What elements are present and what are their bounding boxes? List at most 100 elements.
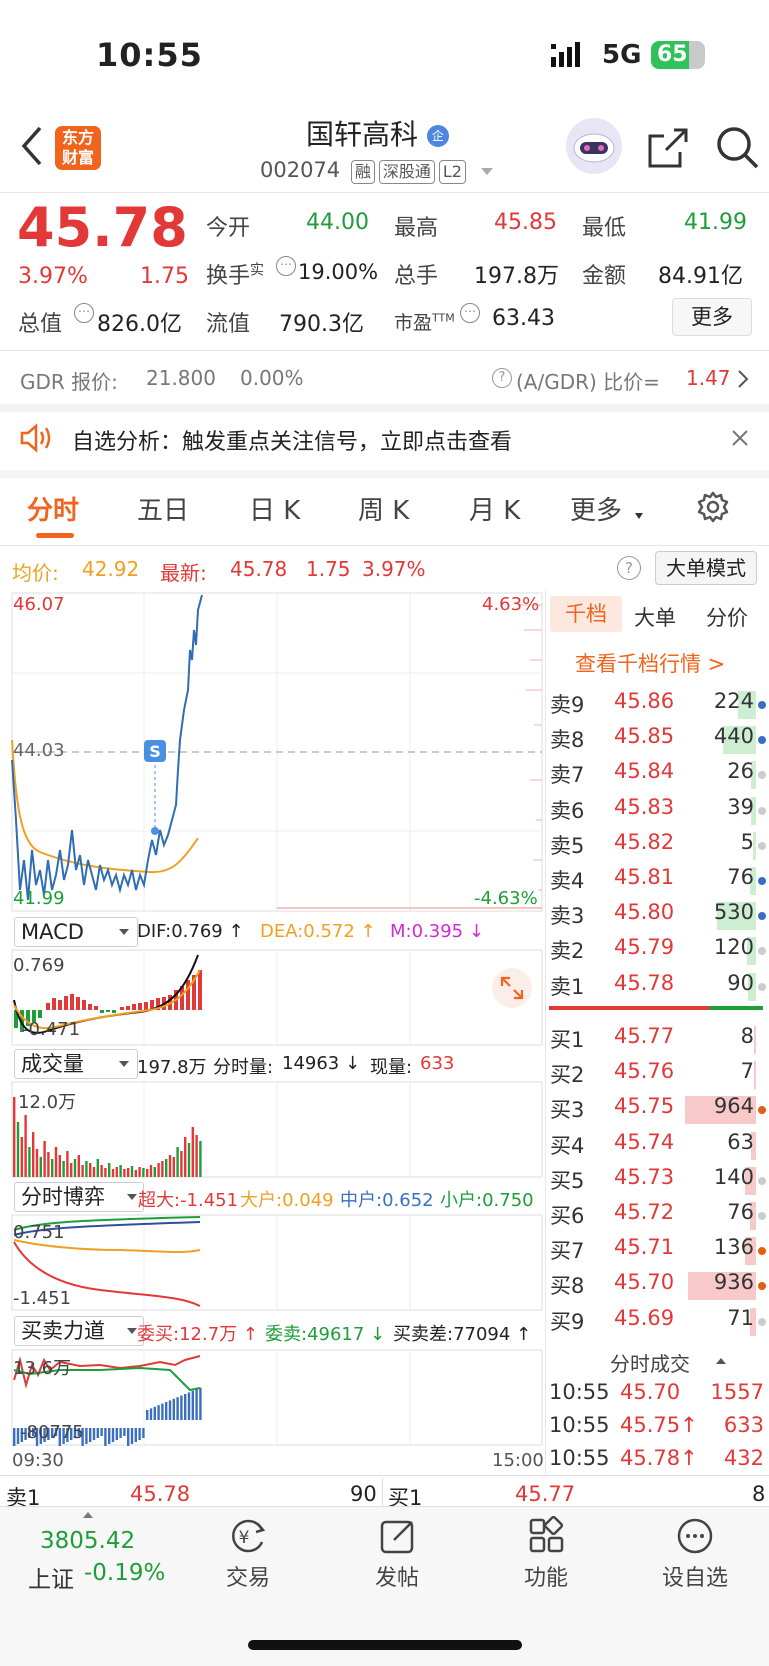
force-bar xyxy=(195,1389,198,1420)
volume-selector[interactable]: 成交量 xyxy=(14,1049,138,1079)
share-icon[interactable] xyxy=(646,126,690,170)
nav-add-watchlist[interactable]: 设自选 xyxy=(645,1560,745,1592)
ask-row[interactable]: 卖1 45.78 90 xyxy=(548,971,768,1006)
ask-dot-icon xyxy=(758,982,766,991)
big-order-mode-button[interactable]: 大单模式 xyxy=(655,551,757,585)
bid-row[interactable]: 买7 45.71 136 xyxy=(548,1235,768,1270)
ask-row[interactable]: 卖7 45.84 26 xyxy=(548,759,768,794)
ask-label: 卖4 xyxy=(550,869,585,893)
bid-row[interactable]: 买6 45.72 76 xyxy=(548,1200,768,1235)
depth-tab-bigorder[interactable]: 大单 xyxy=(634,602,676,632)
ask-row[interactable]: 卖9 45.86 224 xyxy=(548,689,768,724)
stock-code-row[interactable]: 002074 融深股通 L2 xyxy=(260,158,493,184)
gdr-price: 21.800 xyxy=(146,366,216,390)
depth-link[interactable]: 查看千档行情 > xyxy=(575,648,725,678)
chevron-right-icon[interactable] xyxy=(736,368,750,390)
bid-row[interactable]: 买4 45.74 63 xyxy=(548,1130,768,1165)
trade-nav-icon[interactable]: ¥ xyxy=(228,1516,268,1556)
robot-assistant-icon[interactable] xyxy=(566,118,622,174)
last-price: 45.78 xyxy=(17,196,188,259)
bid-row[interactable]: 买9 45.69 71 xyxy=(548,1306,768,1341)
volume-bar xyxy=(153,1167,156,1177)
trades-title[interactable]: 分时成交 xyxy=(610,1348,690,1377)
bid-label: 买4 xyxy=(550,1133,585,1158)
tab-daily[interactable]: 日 K xyxy=(249,490,300,527)
search-icon[interactable] xyxy=(714,124,760,170)
more-button[interactable]: 更多 xyxy=(672,298,752,336)
bottom-buy-vol: 8 xyxy=(752,1482,766,1506)
ask-row[interactable]: 卖3 45.80 530 xyxy=(548,900,768,935)
bid-label: 买2 xyxy=(550,1063,585,1088)
close-icon[interactable] xyxy=(730,428,750,448)
pe-info-icon[interactable]: ⋯ xyxy=(460,303,480,323)
mktcap-label: 总值 xyxy=(18,312,63,337)
ask-label: 卖9 xyxy=(550,693,585,717)
tag-connect: 深股通 xyxy=(378,160,435,184)
back-button[interactable] xyxy=(18,124,48,168)
ymid-label: 44.03 xyxy=(13,740,65,761)
volume-bar xyxy=(92,1167,96,1177)
tab-weekly[interactable]: 周 K xyxy=(358,490,409,527)
volume-bar xyxy=(165,1159,168,1177)
ask-row[interactable]: 卖2 45.79 120 xyxy=(548,935,768,970)
ask-dot-icon xyxy=(758,701,766,709)
depth-tab-price[interactable]: 分价 xyxy=(706,602,748,632)
tab-monthly[interactable]: 月 K xyxy=(469,490,520,527)
macd-selector[interactable]: MACD xyxy=(14,917,138,947)
ask-dot-icon xyxy=(758,841,766,850)
mktcap-value: 826.0亿 xyxy=(97,312,182,337)
bid-row[interactable]: 买3 45.75 964 xyxy=(548,1094,768,1129)
change-percent: 3.97% xyxy=(18,264,88,289)
tab-more[interactable]: 更多 xyxy=(570,490,622,527)
ask-dot-icon xyxy=(758,771,766,780)
notice-text[interactable]: 自选分析：触发重点关注信号，立即点击查看 xyxy=(72,424,512,456)
index-value[interactable]: 3805.42 xyxy=(40,1528,135,1554)
tab-5day[interactable]: 五日 xyxy=(137,490,189,527)
bid-row[interactable]: 买2 45.76 7 xyxy=(548,1059,768,1094)
nav-post[interactable]: 发帖 xyxy=(347,1560,447,1592)
vol-now: 633 xyxy=(420,1053,455,1074)
svg-text:¥: ¥ xyxy=(239,1528,250,1548)
app-logo[interactable]: 东方 财富 xyxy=(55,126,101,170)
depth-tab-1000[interactable]: 千档 xyxy=(550,596,622,632)
turnover-sup: 实 xyxy=(250,262,265,279)
force-bar xyxy=(115,1428,118,1440)
stock-title[interactable]: 国轩高科 企 xyxy=(306,113,449,153)
bid-row[interactable]: 买8 45.70 936 xyxy=(548,1270,768,1305)
add-watchlist-nav-icon[interactable] xyxy=(675,1516,715,1556)
bid-volume: 7 xyxy=(740,1059,754,1084)
function-nav-icon[interactable] xyxy=(527,1515,567,1556)
info-icon[interactable]: ⋯ xyxy=(276,256,296,276)
ask-label: 卖3 xyxy=(550,904,585,929)
volume-bar xyxy=(172,1157,175,1177)
bid-label: 买7 xyxy=(550,1239,585,1264)
macd-dif: DIF:0.769 ↑ xyxy=(137,921,244,942)
settings-gear-icon[interactable] xyxy=(696,490,730,524)
force-bar xyxy=(13,1428,16,1446)
ask-price: 45.81 xyxy=(614,865,675,889)
bid-volume: 140 xyxy=(713,1164,754,1189)
enterprise-badge: 企 xyxy=(426,125,449,147)
index-pct[interactable]: -0.19% xyxy=(84,1560,165,1586)
index-name[interactable]: 上证 xyxy=(28,1560,74,1594)
bid-row[interactable]: 买5 45.73 140 xyxy=(548,1165,768,1200)
help-icon[interactable]: ? xyxy=(617,556,641,580)
ask-volume: 76 xyxy=(727,865,754,889)
ask-row[interactable]: 卖5 45.82 5 xyxy=(548,830,768,865)
game-selector[interactable]: 分时博弈 xyxy=(14,1182,144,1212)
ask-row[interactable]: 卖6 45.83 39 xyxy=(548,795,768,830)
ask-row[interactable]: 卖4 45.81 76 xyxy=(548,865,768,900)
tab-intraday[interactable]: 分时 xyxy=(27,490,79,527)
nav-function[interactable]: 功能 xyxy=(496,1560,596,1592)
bid-row[interactable]: 买1 45.77 8 xyxy=(548,1024,768,1059)
nav-trade[interactable]: 交易 xyxy=(198,1560,298,1592)
time-start: 09:30 xyxy=(12,1450,64,1471)
game-small: 小户:0.750 xyxy=(440,1190,534,1211)
ask-row[interactable]: 卖8 45.85 440 xyxy=(548,724,768,759)
game-bottom: -1.451 xyxy=(13,1288,72,1309)
volume-bar xyxy=(28,1147,31,1177)
question-icon[interactable]: ? xyxy=(492,368,512,388)
force-selector[interactable]: 买卖力道 xyxy=(14,1316,144,1346)
post-nav-icon[interactable] xyxy=(378,1516,418,1556)
mktcap-info-icon[interactable]: ⋯ xyxy=(74,303,94,323)
